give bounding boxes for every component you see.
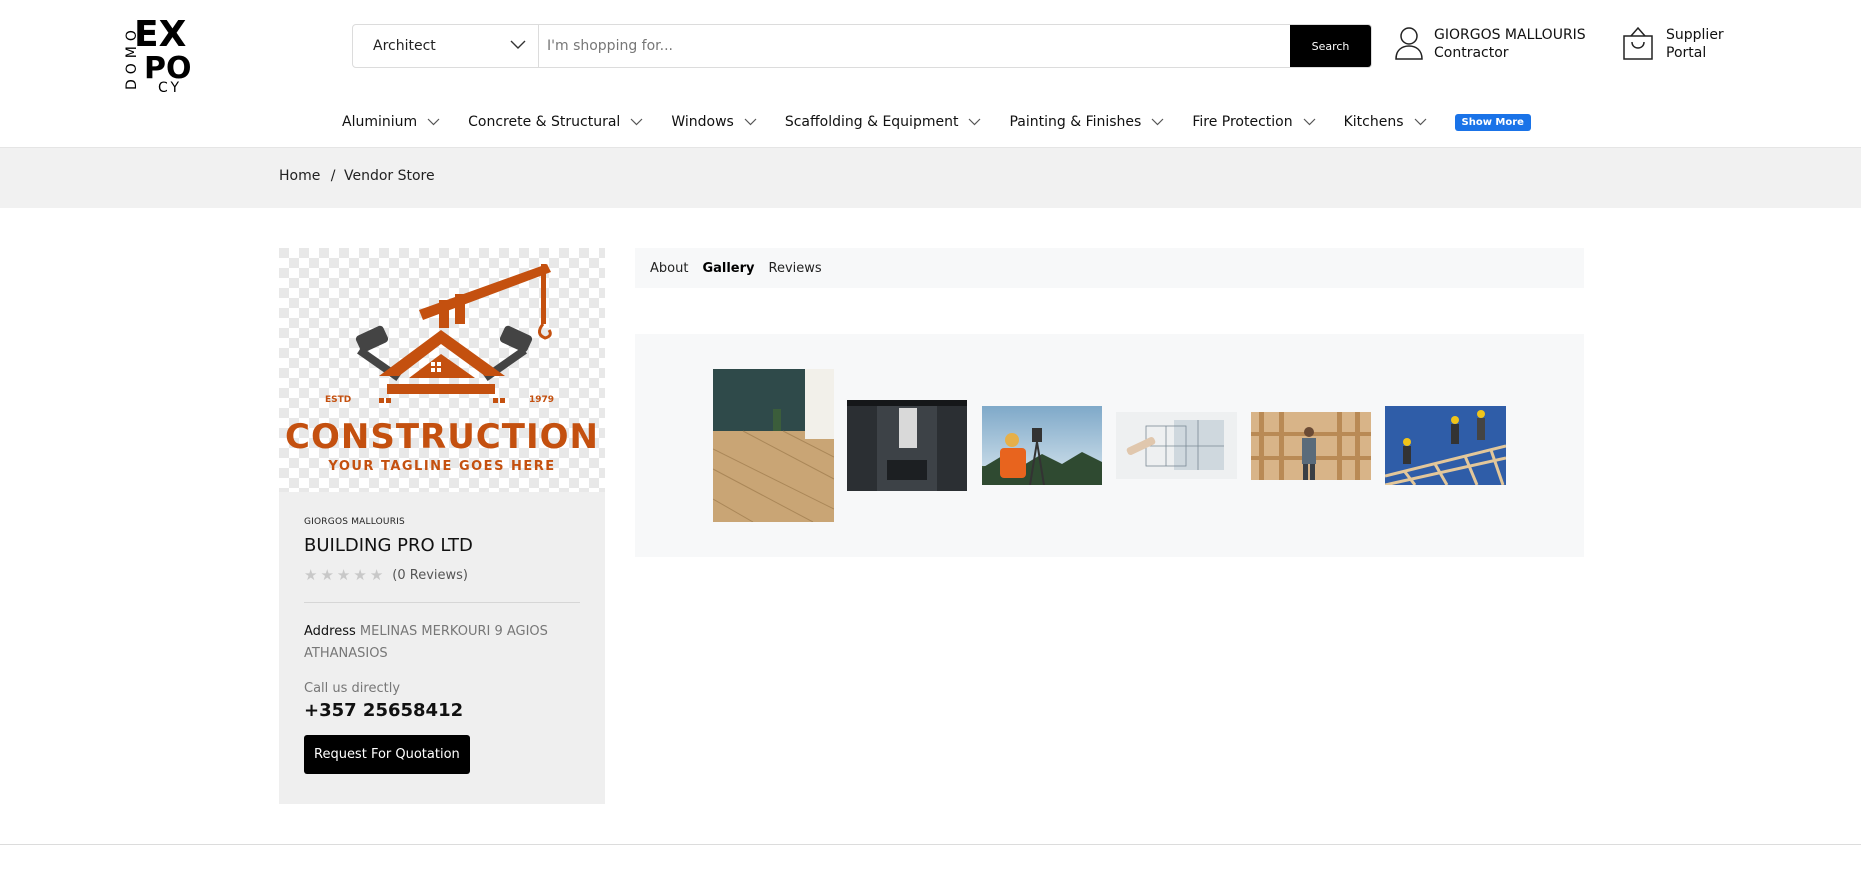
svg-text:EX: EX [134,14,187,55]
nav-item-windows[interactable]: Windows [671,114,757,130]
shopping-bag-icon [1622,26,1654,64]
nav-item-label: Concrete & Structural [468,114,621,130]
search-input[interactable] [539,25,1290,67]
supplier-portal-link[interactable]: Supplier Portal [1622,26,1724,64]
vendor-card: ESTD 1979 CONSTRUCTION YOUR TAGLINE GOES… [279,248,605,804]
breadcrumb-current: Vendor Store [343,168,435,184]
star-icon: ★ [369,566,384,584]
nav-item-label: Aluminium [342,114,418,130]
banner-year: 1979 [529,395,554,405]
vendor-tabs: About Gallery Reviews [635,248,1584,288]
chevron-down-icon [1414,114,1427,130]
chevron-down-icon [1151,114,1164,130]
vendor-address: Address MELINAS MERKOURI 9 AGIOS ATHANAS… [304,621,580,665]
nav-item-label: Painting & Finishes [1009,114,1142,130]
vendor-banner-logo: ESTD 1979 CONSTRUCTION YOUR TAGLINE GOES… [279,248,605,492]
user-account[interactable]: GIORGOS MALLOURIS Contractor [1394,26,1586,64]
nav-item-label: Scaffolding & Equipment [784,114,959,130]
vendor-divider [304,602,580,603]
nav-item-label: Kitchens [1343,114,1404,130]
nav-item-fire-protection[interactable]: Fire Protection [1192,114,1316,130]
breadcrumb: Home / Vendor Store [279,168,435,184]
dark-bathroom-photo[interactable] [847,400,967,491]
address-label: Address [304,624,356,639]
category-select-value: Architect [373,38,436,54]
chevron-down-icon [744,114,757,130]
call-label: Call us directly [304,681,401,696]
banner-estd: ESTD [325,395,351,405]
surveyor-photo[interactable] [982,406,1102,485]
vendor-owner: GIORGOS MALLOURIS [304,517,405,527]
user-role: Contractor [1434,45,1509,61]
svg-text:CY: CY [158,80,182,94]
breadcrumb-bar: Home / Vendor Store [0,148,1861,208]
nav-item-aluminium[interactable]: Aluminium [342,114,440,130]
roof-truss-workers-photo[interactable] [1385,406,1506,485]
star-icon: ★ [353,566,367,584]
nav-item-scaffolding-equipment[interactable]: Scaffolding & Equipment [785,114,982,130]
vendor-rating: ★ ★ ★ ★ ★ (0 Reviews) [304,566,580,584]
chevron-down-icon [510,38,526,54]
breadcrumb-home-link[interactable]: Home [279,168,320,184]
vendor-name: BUILDING PRO LTD [304,535,473,556]
star-icon: ★ [336,566,351,584]
tab-gallery[interactable]: Gallery [702,261,754,276]
site-logo[interactable]: DOMO EX PO CY [122,2,214,96]
category-nav: Aluminium Concrete & Structural Windows … [342,111,1531,133]
nav-item-painting-finishes[interactable]: Painting & Finishes [1009,114,1164,130]
star-icon: ★ [304,566,318,584]
gallery-panel [635,334,1584,557]
user-icon [1394,26,1424,64]
chevron-down-icon [968,114,981,130]
nav-item-label: Windows [671,114,734,130]
vendor-phone[interactable]: +357 25658412 [304,700,580,721]
nav-item-concrete-structural[interactable]: Concrete & Structural [468,114,643,130]
timber-frame-worker-photo[interactable] [1251,412,1371,480]
wood-floor-photo[interactable] [713,369,834,522]
tab-about[interactable]: About [650,261,688,276]
chevron-down-icon [630,114,643,130]
portal-label-line1: Supplier [1666,27,1724,43]
chevron-down-icon [1303,114,1316,130]
nav-item-label: Fire Protection [1192,114,1293,130]
banner-tagline: YOUR TAGLINE GOES HERE [327,459,555,474]
nav-item-kitchens[interactable]: Kitchens [1344,114,1427,130]
reviews-count: (0 Reviews) [392,567,468,583]
search-bar: Architect Search [352,24,1372,68]
show-more-button[interactable]: Show More [1454,113,1531,131]
request-quotation-button[interactable]: Request For Quotation [304,735,470,774]
tab-reviews[interactable]: Reviews [769,261,822,276]
user-name: GIORGOS MALLOURIS [1434,27,1586,43]
category-select[interactable]: Architect [353,25,539,67]
breadcrumb-separator: / [330,168,336,184]
banner-title: CONSTRUCTION [285,417,599,457]
star-icon: ★ [320,566,334,584]
architect-sketch-photo[interactable] [1116,412,1237,479]
search-button[interactable]: Search [1290,25,1371,67]
chevron-down-icon [427,114,440,130]
portal-label-line2: Portal [1666,45,1707,61]
footer-divider [0,844,1861,845]
